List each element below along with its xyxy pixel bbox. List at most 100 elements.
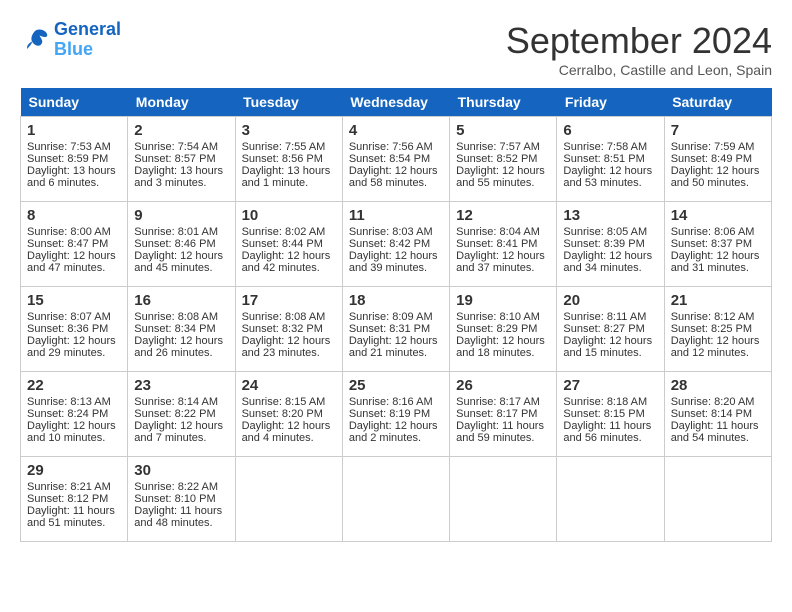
day-info: and 56 minutes. xyxy=(563,432,657,444)
day-info: Sunset: 8:46 PM xyxy=(134,238,228,250)
col-saturday: Saturday xyxy=(664,88,771,117)
calendar-cell: 7Sunrise: 7:59 AMSunset: 8:49 PMDaylight… xyxy=(664,117,771,202)
day-number: 6 xyxy=(563,122,657,139)
calendar-table: Sunday Monday Tuesday Wednesday Thursday… xyxy=(20,88,772,542)
week-row-3: 15 Sunrise: 8:07 AMSunset: 8:36 PM Dayligh… xyxy=(21,287,772,372)
day-info: Daylight: 12 hours xyxy=(671,335,765,347)
day-number: 16 xyxy=(134,292,228,309)
day-info: Sunrise: 8:13 AM xyxy=(27,396,121,408)
title-block: September 2024 Cerralbo, Castille and Le… xyxy=(506,20,772,78)
day-info: and 31 minutes. xyxy=(671,262,765,274)
day-info: and 4 minutes. xyxy=(242,432,336,444)
day-info: Sunset: 8:59 PM xyxy=(27,153,121,165)
day-info: Sunset: 8:44 PM xyxy=(242,238,336,250)
calendar-cell: 13Sunrise: 8:05 AMSunset: 8:39 PMDayligh… xyxy=(557,202,664,287)
day-info: Sunrise: 8:02 AM xyxy=(242,226,336,238)
calendar-cell: 30Sunrise: 8:22 AMSunset: 8:10 PMDayligh… xyxy=(128,457,235,542)
day-info: Sunrise: 8:05 AM xyxy=(563,226,657,238)
day-number: 18 xyxy=(349,292,443,309)
day-number: 7 xyxy=(671,122,765,139)
day-info: Sunset: 8:39 PM xyxy=(563,238,657,250)
day-info: Daylight: 11 hours xyxy=(27,505,121,517)
calendar-cell: 14Sunrise: 8:06 AMSunset: 8:37 PMDayligh… xyxy=(664,202,771,287)
calendar-cell: 2Sunrise: 7:54 AMSunset: 8:57 PMDaylight… xyxy=(128,117,235,202)
day-info: Sunrise: 7:54 AM xyxy=(134,141,228,153)
calendar-cell: 3Sunrise: 7:55 AMSunset: 8:56 PMDaylight… xyxy=(235,117,342,202)
day-info: Sunset: 8:14 PM xyxy=(671,408,765,420)
day-info: Daylight: 12 hours xyxy=(563,335,657,347)
day-info: Sunset: 8:19 PM xyxy=(349,408,443,420)
day-info: Daylight: 12 hours xyxy=(456,165,550,177)
day-info: Sunrise: 8:08 AM xyxy=(242,311,336,323)
day-number: 5 xyxy=(456,122,550,139)
logo-text: General Blue xyxy=(54,20,121,60)
day-info: Sunrise: 7:56 AM xyxy=(349,141,443,153)
day-info: and 10 minutes. xyxy=(27,432,121,444)
location-subtitle: Cerralbo, Castille and Leon, Spain xyxy=(506,62,772,78)
day-info: Sunset: 8:54 PM xyxy=(349,153,443,165)
day-info: Daylight: 12 hours xyxy=(134,250,228,262)
day-number: 26 xyxy=(456,377,550,394)
day-info: Daylight: 11 hours xyxy=(671,420,765,432)
calendar-cell: 21Sunrise: 8:12 AMSunset: 8:25 PMDayligh… xyxy=(664,287,771,372)
day-info: and 37 minutes. xyxy=(456,262,550,274)
day-info: Sunset: 8:12 PM xyxy=(27,493,121,505)
day-number: 24 xyxy=(242,377,336,394)
day-info: Daylight: 12 hours xyxy=(349,165,443,177)
day-info: and 26 minutes. xyxy=(134,347,228,359)
day-number: 20 xyxy=(563,292,657,309)
day-number: 15 xyxy=(27,292,121,309)
day-info: Daylight: 12 hours xyxy=(671,250,765,262)
day-number: 4 xyxy=(349,122,443,139)
week-row-1: 1 Sunrise: 7:53 AMSunset: 8:59 PM Daylight… xyxy=(21,117,772,202)
day-number: 1 xyxy=(27,122,121,139)
day-info: Sunset: 8:41 PM xyxy=(456,238,550,250)
day-info: Sunrise: 7:53 AM xyxy=(27,141,121,153)
day-info: Sunset: 8:36 PM xyxy=(27,323,121,335)
calendar-cell: 18Sunrise: 8:09 AMSunset: 8:31 PMDayligh… xyxy=(342,287,449,372)
day-info: Sunrise: 8:00 AM xyxy=(27,226,121,238)
day-info: Sunset: 8:27 PM xyxy=(563,323,657,335)
day-info: Daylight: 11 hours xyxy=(563,420,657,432)
day-info: Sunset: 8:31 PM xyxy=(349,323,443,335)
day-info: and 59 minutes. xyxy=(456,432,550,444)
day-info: Daylight: 12 hours xyxy=(242,420,336,432)
calendar-cell: 15Sunrise: 8:07 AMSunset: 8:36 PMDayligh… xyxy=(21,287,128,372)
day-info: Daylight: 12 hours xyxy=(456,250,550,262)
col-monday: Monday xyxy=(128,88,235,117)
day-info: Daylight: 12 hours xyxy=(349,250,443,262)
day-info: and 42 minutes. xyxy=(242,262,336,274)
day-info: Sunset: 8:29 PM xyxy=(456,323,550,335)
day-info: Daylight: 12 hours xyxy=(27,420,121,432)
day-number: 28 xyxy=(671,377,765,394)
day-info: and 2 minutes. xyxy=(349,432,443,444)
day-info: Daylight: 12 hours xyxy=(27,250,121,262)
day-number: 12 xyxy=(456,207,550,224)
day-info: and 21 minutes. xyxy=(349,347,443,359)
calendar-cell: 6Sunrise: 7:58 AMSunset: 8:51 PMDaylight… xyxy=(557,117,664,202)
day-info: Sunrise: 8:08 AM xyxy=(134,311,228,323)
day-info: and 3 minutes. xyxy=(134,177,228,189)
day-info: Sunset: 8:20 PM xyxy=(242,408,336,420)
calendar-cell: 25Sunrise: 8:16 AMSunset: 8:19 PMDayligh… xyxy=(342,372,449,457)
day-number: 8 xyxy=(27,207,121,224)
day-info: Daylight: 11 hours xyxy=(456,420,550,432)
col-tuesday: Tuesday xyxy=(235,88,342,117)
day-info: Sunrise: 8:09 AM xyxy=(349,311,443,323)
calendar-cell: 17Sunrise: 8:08 AMSunset: 8:32 PMDayligh… xyxy=(235,287,342,372)
calendar-cell xyxy=(342,457,449,542)
day-info: Sunset: 8:32 PM xyxy=(242,323,336,335)
day-info: Sunrise: 8:20 AM xyxy=(671,396,765,408)
day-info: Daylight: 11 hours xyxy=(134,505,228,517)
day-info: and 58 minutes. xyxy=(349,177,443,189)
calendar-cell: 8Sunrise: 8:00 AMSunset: 8:47 PMDaylight… xyxy=(21,202,128,287)
day-info: and 47 minutes. xyxy=(27,262,121,274)
week-row-2: 8Sunrise: 8:00 AMSunset: 8:47 PMDaylight… xyxy=(21,202,772,287)
calendar-cell: 12Sunrise: 8:04 AMSunset: 8:41 PMDayligh… xyxy=(450,202,557,287)
day-number: 10 xyxy=(242,207,336,224)
day-number: 23 xyxy=(134,377,228,394)
day-info: and 51 minutes. xyxy=(27,517,121,529)
day-info: Sunrise: 8:03 AM xyxy=(349,226,443,238)
calendar-cell xyxy=(664,457,771,542)
day-info: Sunrise: 8:07 AM xyxy=(27,311,121,323)
